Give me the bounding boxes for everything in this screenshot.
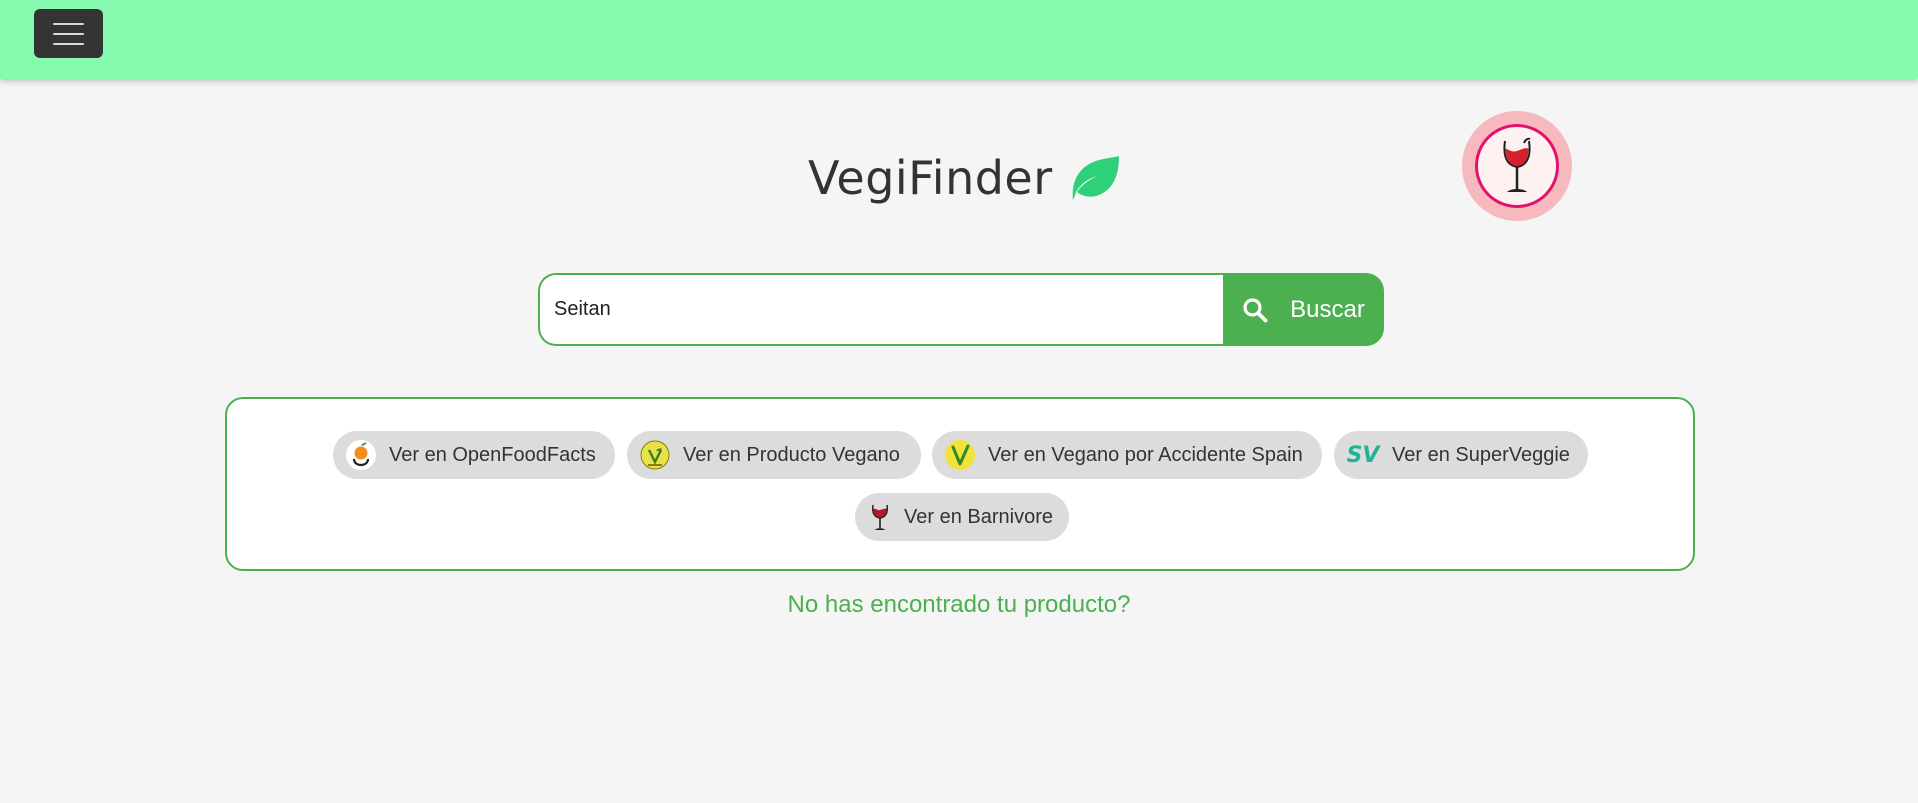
superveggie-icon: SV (1346, 442, 1380, 468)
hamburger-icon (53, 22, 84, 25)
link-vegano-por-accidente[interactable]: Ver en Vegano por Accidente Spain (932, 431, 1322, 479)
link-openfoodfacts[interactable]: Ver en OpenFoodFacts (333, 431, 615, 479)
leaf-icon (1072, 156, 1119, 200)
search-button-label: Buscar (1290, 295, 1365, 323)
hamburger-icon (53, 32, 84, 35)
badge-inner (1475, 124, 1559, 208)
page-title: VegiFinder (808, 151, 1053, 205)
link-label: Ver en Barnivore (904, 505, 1053, 528)
wine-glass-icon (1503, 137, 1531, 192)
link-superveggie[interactable]: SV Ver en SuperVeggie (1334, 431, 1588, 479)
link-label: Ver en Producto Vegano (683, 443, 900, 466)
top-navbar (0, 0, 1918, 79)
menu-toggle-button[interactable] (34, 9, 103, 58)
barnivore-badge-button[interactable] (1462, 111, 1572, 221)
vegano-por-accidente-icon (944, 439, 976, 471)
link-barnivore[interactable]: Ver en Barnivore (855, 493, 1069, 541)
barnivore-icon (867, 501, 892, 533)
link-producto-vegano[interactable]: Ver en Producto Vegano (627, 431, 921, 479)
product-not-found-link[interactable]: No has encontrado tu producto? (0, 591, 1918, 619)
search-icon (1243, 297, 1268, 322)
producto-vegano-icon (639, 439, 671, 471)
external-links-panel: Ver en OpenFoodFacts Ver en Producto Veg… (225, 397, 1695, 571)
search-input[interactable] (538, 273, 1223, 346)
hamburger-icon (53, 42, 84, 45)
search-button[interactable]: Buscar (1223, 273, 1384, 346)
link-label: Ver en SuperVeggie (1392, 443, 1570, 466)
openfoodfacts-icon (345, 439, 377, 471)
search-form: Buscar (538, 273, 1384, 346)
brand: VegiFinder (808, 146, 1121, 210)
link-label: Ver en OpenFoodFacts (389, 443, 596, 466)
link-label: Ver en Vegano por Accidente Spain (988, 443, 1303, 466)
